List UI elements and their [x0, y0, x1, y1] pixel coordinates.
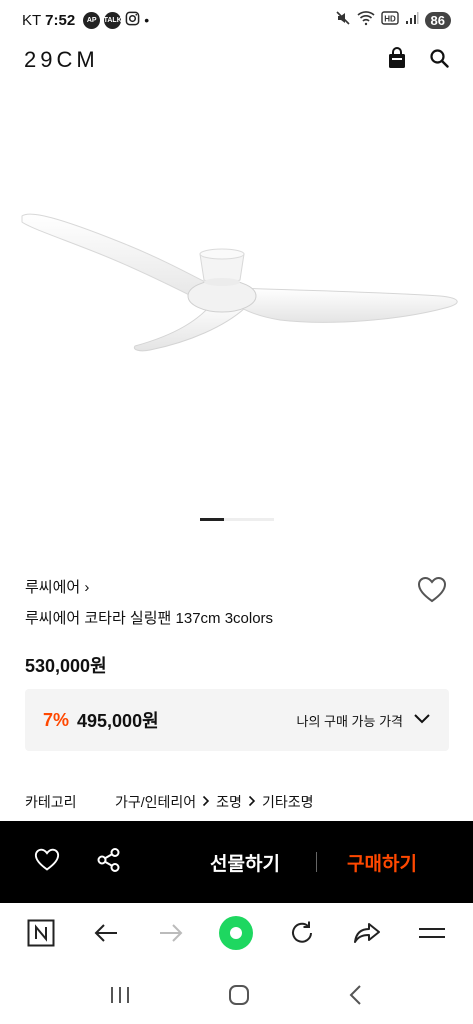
category-label: 카테고리	[25, 794, 77, 810]
gift-button[interactable]: 선물하기	[210, 849, 280, 876]
instagram-icon	[125, 11, 140, 30]
naver-home-button[interactable]	[16, 919, 66, 952]
wifi-icon	[356, 10, 375, 30]
buy-button[interactable]: 구매하기	[347, 849, 417, 876]
ap-icon: AP	[83, 11, 101, 29]
product-title: 루씨에어 코타라 실링팬 137cm 3colors	[25, 610, 274, 627]
my-price-toggle[interactable]: 나의 구매 가능 가격	[296, 711, 431, 730]
product-image[interactable]	[0, 130, 473, 390]
forward-button[interactable]	[146, 922, 196, 949]
wishlist-button[interactable]	[16, 848, 78, 877]
refresh-button[interactable]	[277, 920, 327, 951]
battery-indicator: 86	[424, 11, 451, 29]
chevron-down-icon	[413, 713, 431, 728]
purchase-bar: 선물하기 구매하기	[0, 821, 473, 903]
recent-apps-icon[interactable]	[109, 985, 131, 1010]
carousel-active-segment	[200, 518, 224, 521]
browser-toolbar	[0, 903, 473, 967]
heart-icon	[34, 848, 60, 877]
signal-icon	[405, 11, 419, 29]
category-row: 카테고리 가구/인테리어 조명 기타조명	[25, 792, 313, 812]
shopping-bag-icon[interactable]	[387, 46, 407, 74]
carrier-label: KT	[22, 11, 42, 29]
chevron-right-icon	[248, 794, 256, 810]
heart-icon[interactable]	[417, 576, 447, 609]
breadcrumb-item[interactable]: 가구/인테리어	[115, 792, 196, 812]
menu-button[interactable]	[407, 924, 457, 947]
naver-n-icon	[27, 919, 55, 952]
breadcrumb: 가구/인테리어 조명 기타조명	[115, 792, 313, 812]
my-price-label: 나의 구매 가능 가격	[296, 713, 403, 729]
logo[interactable]: 29CM	[24, 47, 99, 73]
arrow-left-icon	[93, 922, 119, 949]
home-icon[interactable]	[228, 984, 250, 1011]
share-button[interactable]	[78, 847, 140, 878]
breadcrumb-item[interactable]: 조명	[216, 792, 242, 812]
notification-dot: •	[144, 12, 150, 28]
image-carousel-indicator	[200, 518, 274, 521]
back-button[interactable]	[81, 922, 131, 949]
share-icon	[96, 847, 122, 878]
divider	[316, 852, 317, 872]
green-dot-icon	[218, 915, 254, 956]
hamburger-icon	[418, 924, 446, 947]
green-dot-button[interactable]	[211, 915, 261, 956]
brand-link[interactable]: 루씨에어 ›	[25, 576, 89, 597]
discount-price: 495,000원	[77, 711, 159, 731]
back-nav-icon[interactable]	[348, 984, 364, 1011]
search-icon[interactable]	[429, 48, 449, 73]
talk-icon: TALK	[104, 11, 122, 29]
app-header: 29CM	[0, 40, 473, 80]
share-page-button[interactable]	[342, 921, 392, 950]
system-navigation	[0, 970, 473, 1024]
chevron-right-icon	[202, 794, 210, 810]
clock: 7:52	[45, 11, 76, 29]
mute-icon	[335, 10, 351, 30]
svg-text:HD: HD	[384, 15, 396, 24]
arrow-right-icon	[158, 922, 184, 949]
discount-price-box[interactable]: 7% 495,000원 나의 구매 가능 가격	[25, 689, 449, 751]
status-bar: KT 7:52 AP TALK • HD 86	[0, 0, 473, 40]
original-price: 530,000원	[25, 656, 107, 676]
breadcrumb-item[interactable]: 기타조명	[262, 792, 314, 812]
discount-percent: 7%	[43, 709, 70, 730]
hd-icon: HD	[380, 11, 399, 29]
refresh-icon	[289, 920, 315, 951]
share-arrow-icon	[353, 921, 381, 950]
